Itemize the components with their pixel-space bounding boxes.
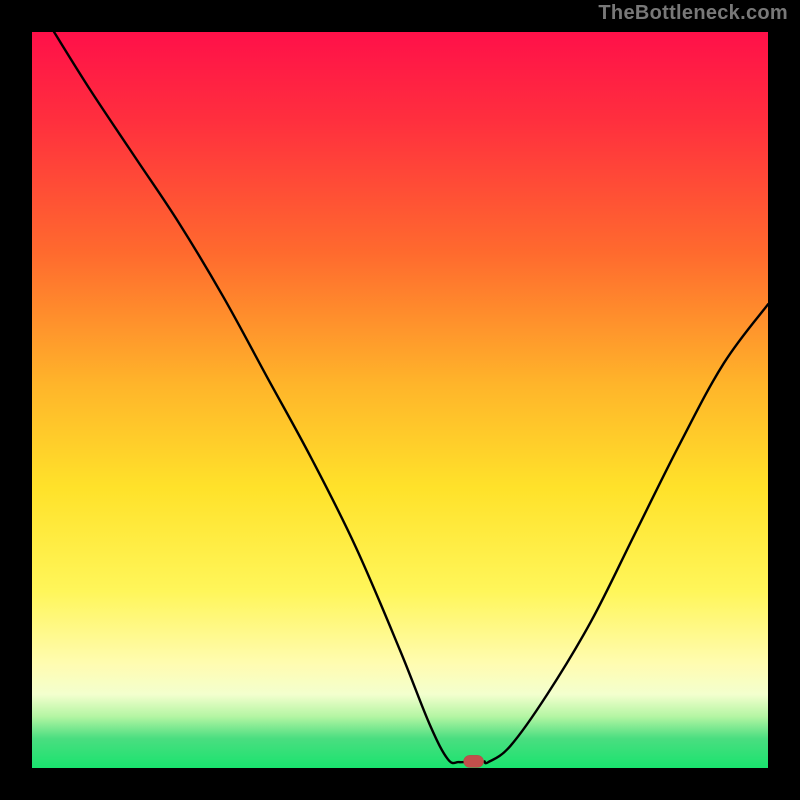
watermark-text: TheBottleneck.com	[598, 2, 788, 25]
curve-layer	[32, 32, 768, 768]
chart-frame: TheBottleneck.com	[0, 0, 800, 800]
curve-right-branch	[485, 304, 768, 763]
plot-area	[32, 32, 768, 768]
optimum-marker	[464, 755, 484, 767]
curve-left-branch	[54, 32, 470, 763]
